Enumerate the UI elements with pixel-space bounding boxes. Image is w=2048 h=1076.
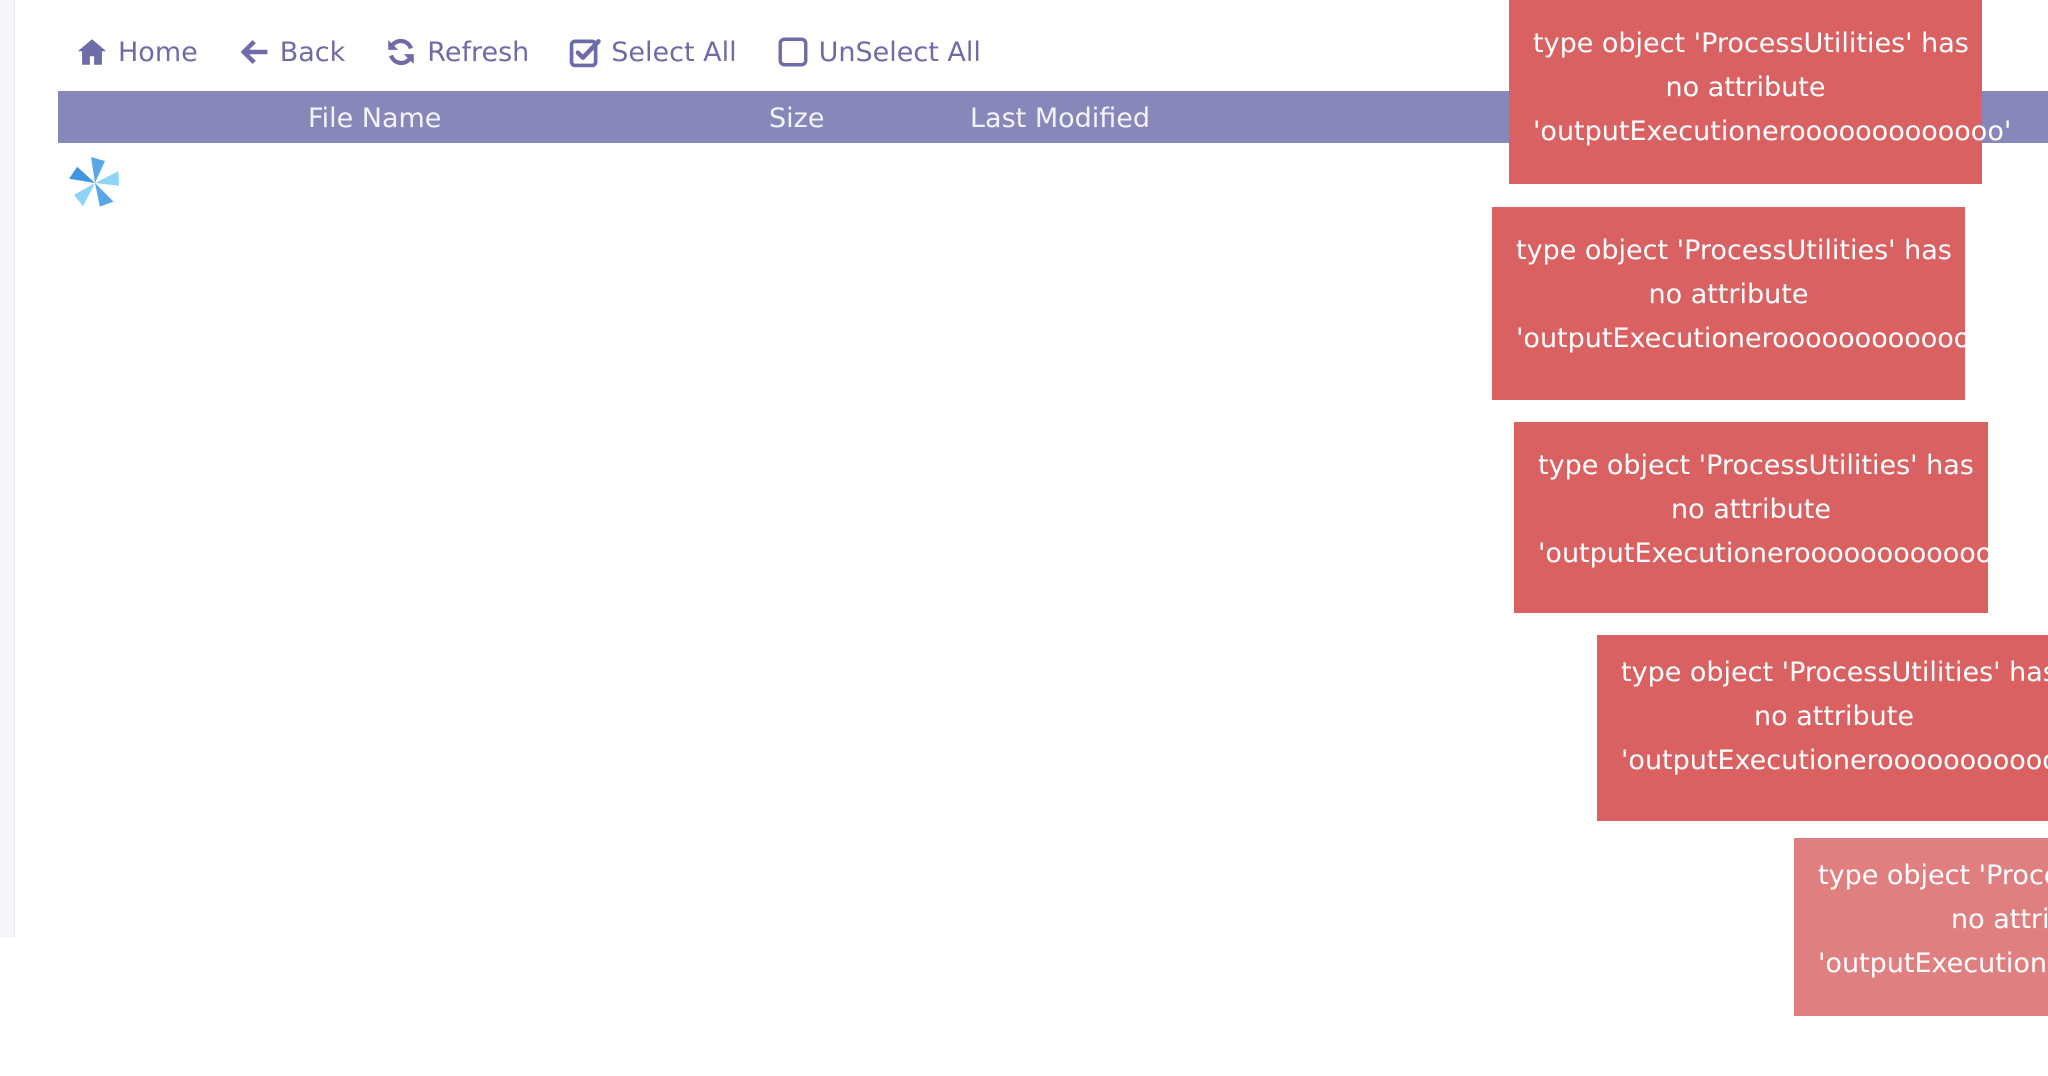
home-label: Home: [118, 36, 198, 68]
back-arrow-icon: [236, 34, 272, 70]
unselect-all-button[interactable]: UnSelect All: [775, 34, 981, 70]
back-button[interactable]: Back: [236, 34, 346, 70]
checked-box-icon: [567, 34, 603, 70]
back-label: Back: [279, 36, 346, 68]
column-header-size[interactable]: Size: [769, 91, 824, 143]
error-toast[interactable]: type object 'ProcessUtilities' has no at…: [1794, 838, 2048, 1016]
toolbar: Home Back Refresh Select All UnSelect Al…: [74, 26, 981, 78]
select-all-label: Select All: [611, 36, 737, 68]
empty-checkbox-icon: [775, 34, 811, 70]
column-header-last-modified[interactable]: Last Modified: [970, 91, 1150, 143]
unselect-all-label: UnSelect All: [818, 36, 981, 68]
error-toast[interactable]: type object 'ProcessUtilities' has no at…: [1597, 635, 2048, 821]
refresh-label: Refresh: [427, 36, 530, 68]
error-toast[interactable]: type object 'ProcessUtilities' has no at…: [1492, 207, 1994, 400]
left-gutter: [0, 0, 15, 938]
error-toast[interactable]: type object 'ProcessUtilities' has no at…: [1509, 0, 2011, 184]
home-icon: [74, 34, 110, 70]
select-all-button[interactable]: Select All: [567, 34, 737, 70]
home-button[interactable]: Home: [74, 34, 198, 70]
column-header-file-name[interactable]: File Name: [308, 91, 441, 143]
refresh-button[interactable]: Refresh: [383, 34, 529, 70]
error-toast[interactable]: type object 'ProcessUtilities' has no at…: [1514, 422, 2016, 613]
file-manager-page: Home Back Refresh Select All UnSelect Al…: [0, 0, 2048, 1076]
refresh-icon: [383, 34, 419, 70]
pinwheel-spinner-icon: [62, 150, 128, 216]
